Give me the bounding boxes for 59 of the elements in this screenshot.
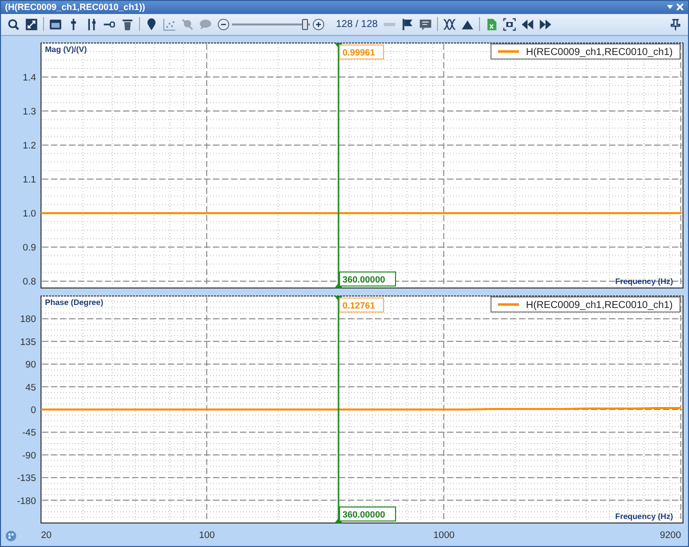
window-controls-icon[interactable]	[666, 3, 684, 12]
note-icon[interactable]	[418, 18, 432, 31]
axis-tick-label: 20	[41, 530, 52, 541]
legend-entry: H(REC0009_ch1,REC0010_ch1)	[490, 296, 680, 312]
axis-tick-label: 1000	[433, 530, 455, 541]
axis-tick-label: -180	[16, 496, 36, 507]
axis-tick-label: 1.4	[22, 72, 36, 84]
axis-title: Mag (V)/(V)	[45, 45, 87, 54]
window-title: (H(REC0009_ch1,REC0010_ch1))	[5, 2, 146, 12]
previous-icon[interactable]	[520, 18, 534, 31]
camera-icon[interactable]	[502, 18, 516, 31]
cursor-value-box	[339, 298, 384, 312]
pin-icon[interactable]	[669, 18, 682, 31]
scatter-icon[interactable]	[163, 18, 176, 31]
spreadsheet-icon[interactable]	[484, 18, 498, 31]
axis-title: Phase (Degree)	[45, 298, 104, 307]
axis-tick-label: 180	[20, 314, 36, 326]
legend-label: H(REC0009_ch1,REC0010_ch1)	[526, 47, 673, 58]
axis-tick-label: -45	[22, 428, 36, 439]
delete-icon[interactable]	[121, 18, 134, 31]
cursor-line[interactable]	[334, 296, 343, 523]
page-counter: 128 / 128	[336, 18, 378, 30]
axis-tick-label: 1.0	[22, 208, 36, 220]
axis-tick-label: 100	[199, 530, 215, 541]
axis-tick-label: -135	[16, 473, 36, 484]
legend-entry: H(REC0009_ch1,REC0010_ch1)	[490, 44, 680, 60]
axis-tick-label: 0.9	[22, 242, 36, 254]
axis-tick-label: -90	[22, 450, 36, 462]
cursor-x-box	[339, 506, 396, 522]
peak-icon[interactable]	[442, 18, 456, 31]
axis-title: Frequency (Hz)	[615, 512, 673, 521]
axis-tick-label: 45	[25, 382, 36, 394]
location-pin-icon[interactable]	[145, 18, 158, 31]
slider-thumb[interactable]	[302, 18, 308, 30]
next-icon[interactable]	[538, 18, 552, 31]
axis-tick-label: 1.2	[22, 140, 36, 152]
zoom-in-icon[interactable]	[312, 18, 325, 31]
fit-view-icon[interactable]	[25, 18, 38, 31]
axis-tick-label: 1.1	[22, 174, 36, 186]
cursor-value: 0.99961	[342, 48, 376, 58]
axis-title: Frequency (Hz)	[615, 277, 673, 286]
cursor-x-value: 360.00000	[342, 274, 386, 284]
palette-icon[interactable]	[5, 530, 17, 542]
cursor-line[interactable]	[334, 43, 343, 288]
zoom-out-icon[interactable]	[217, 18, 230, 31]
axis-tick-label: 0	[30, 405, 36, 416]
flag-icon[interactable]	[400, 18, 414, 31]
cursor-x-box	[339, 272, 396, 286]
cursor-x-value: 360.00000	[342, 510, 386, 520]
cursor-value-box	[339, 44, 384, 60]
axis-tick-label: 90	[25, 360, 36, 371]
zoom-reset-icon[interactable]	[7, 18, 20, 31]
cursor-value: 0.12761	[342, 300, 376, 310]
window-icon[interactable]	[49, 18, 62, 31]
axis-tick-label: 135	[20, 336, 36, 348]
legend-label: H(REC0009_ch1,REC0010_ch1)	[526, 300, 673, 311]
axis-tick-label: 1.3	[22, 106, 36, 118]
axis-tick-label: 0.8	[22, 276, 36, 288]
axis-tick-label: 9200	[660, 530, 681, 541]
